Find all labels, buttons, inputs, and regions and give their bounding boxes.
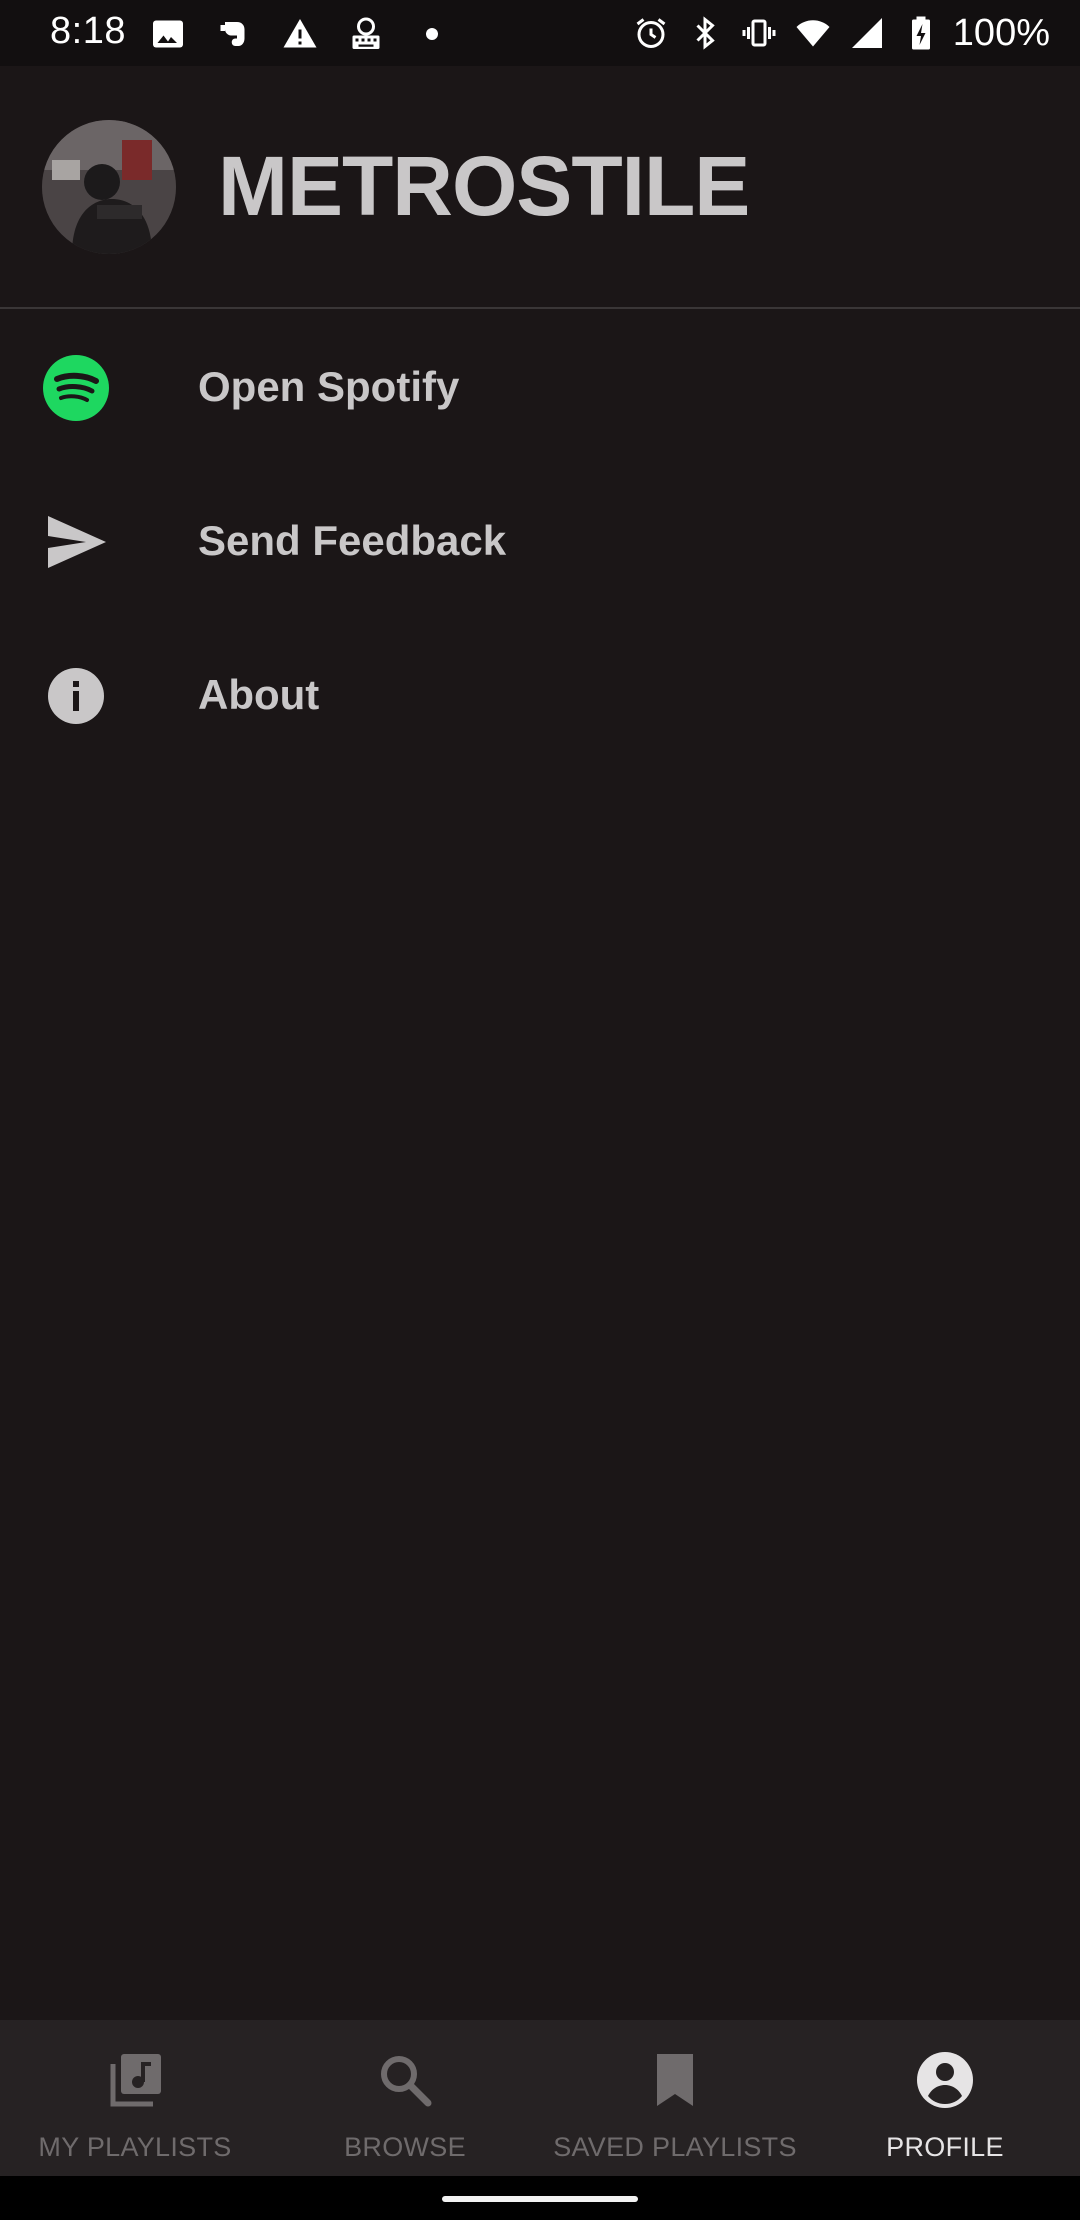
info-icon bbox=[42, 662, 110, 730]
nav-tab-browse[interactable]: BROWSE bbox=[270, 2020, 540, 2176]
playlist-library-icon bbox=[103, 2048, 167, 2112]
nav-label: MY PLAYLISTS bbox=[38, 2132, 232, 2162]
image-icon bbox=[150, 16, 186, 52]
nav-tab-profile[interactable]: PROFILE bbox=[810, 2020, 1080, 2176]
warning-icon bbox=[282, 16, 318, 52]
bookmark-icon bbox=[643, 2048, 707, 2112]
nav-label: SAVED PLAYLISTS bbox=[553, 2132, 797, 2162]
nav-tab-my-playlists[interactable]: MY PLAYLISTS bbox=[0, 2020, 270, 2176]
battery-percent: 100% bbox=[952, 11, 1050, 54]
header-divider bbox=[0, 307, 1080, 309]
profile-header: METROSTILE bbox=[0, 66, 1080, 308]
home-gesture-handle[interactable] bbox=[442, 2196, 638, 2202]
spotify-icon bbox=[42, 354, 110, 422]
alarm-icon bbox=[633, 15, 669, 51]
menu-label: About bbox=[198, 671, 320, 718]
avatar bbox=[42, 120, 176, 254]
nav-tab-saved-playlists[interactable]: SAVED PLAYLISTS bbox=[540, 2020, 810, 2176]
wifi-icon bbox=[795, 15, 831, 51]
dot-icon bbox=[414, 16, 450, 52]
vibrate-icon bbox=[741, 15, 777, 51]
account-circle-icon bbox=[913, 2048, 977, 2112]
send-icon bbox=[42, 508, 110, 576]
system-gesture-bar bbox=[0, 2176, 1080, 2220]
screen: 8:18 100% METROSTILE Open Spotify Send F… bbox=[0, 0, 1080, 2220]
nav-label: BROWSE bbox=[344, 2132, 466, 2162]
menu-item-open-spotify[interactable]: Open Spotify bbox=[0, 310, 1080, 464]
bottom-navigation: MY PLAYLISTS BROWSE SAVED PLAYLISTS PROF… bbox=[0, 2020, 1080, 2176]
evernote-icon bbox=[216, 16, 252, 52]
menu-item-send-feedback[interactable]: Send Feedback bbox=[0, 464, 1080, 618]
notification-icons bbox=[150, 14, 450, 54]
status-time: 8:18 bbox=[50, 10, 126, 52]
profile-username: METROSTILE bbox=[218, 139, 750, 233]
menu-label: Send Feedback bbox=[198, 517, 507, 564]
status-bar: 8:18 100% bbox=[0, 0, 1080, 66]
system-icons: 100% bbox=[633, 12, 1050, 54]
keyboard-icon bbox=[348, 16, 384, 52]
bluetooth-icon bbox=[687, 15, 723, 51]
nav-label: PROFILE bbox=[886, 2132, 1004, 2162]
signal-icon bbox=[849, 15, 885, 51]
search-icon bbox=[373, 2048, 437, 2112]
menu-label: Open Spotify bbox=[198, 363, 460, 410]
battery-charging-icon bbox=[903, 15, 939, 51]
menu-item-about[interactable]: About bbox=[0, 618, 1080, 772]
